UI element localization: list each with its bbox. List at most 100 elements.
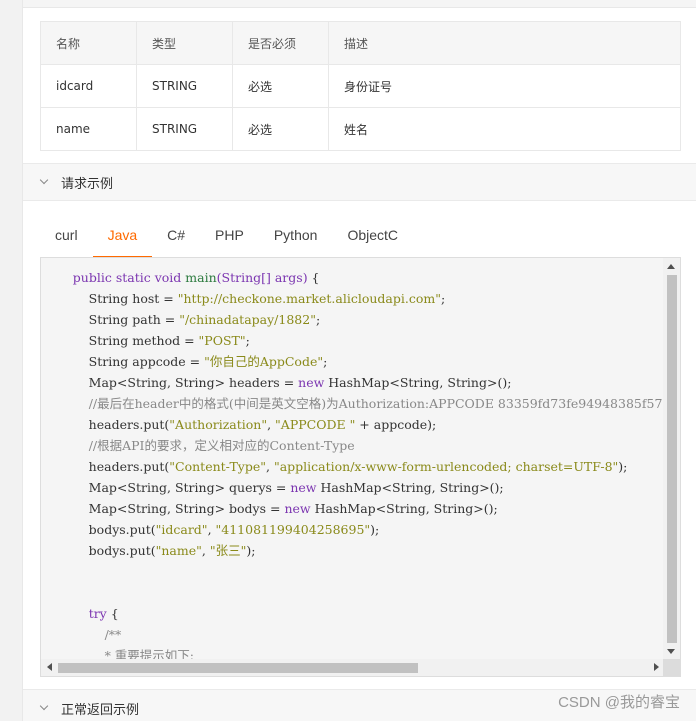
- code-line: String host = "http://checkone.market.al…: [41, 288, 665, 309]
- request-example-header[interactable]: 请求示例: [23, 163, 696, 201]
- code-token: Map<String, String> querys =: [41, 480, 291, 495]
- scroll-left-arrow-icon[interactable]: [47, 663, 52, 671]
- code-token: headers.put(: [41, 417, 170, 432]
- code-line: * 重要提示如下:: [41, 645, 665, 660]
- code-token: String path =: [41, 312, 180, 327]
- code-token: HashMap<String, String>();: [324, 375, 512, 390]
- section-title: 正常返回示例: [61, 702, 140, 718]
- scroll-up-arrow-icon[interactable]: [667, 264, 675, 269]
- code-line: //根据API的要求，定义相对应的Content-Type: [41, 435, 665, 456]
- table-cell: name: [40, 107, 137, 151]
- code-token: "application/x-www-form-urlencoded; char…: [273, 459, 619, 474]
- column-header-name: 名称: [40, 21, 137, 65]
- code-token: "POST": [198, 333, 246, 348]
- code-token: HashMap<String, String>();: [316, 480, 504, 495]
- code-token: ,: [266, 459, 274, 474]
- code-token: ,: [267, 417, 276, 432]
- code-token: Map<String, String> headers =: [41, 375, 299, 390]
- code-token: "http://checkone.market.alicloudapi.com": [177, 291, 441, 306]
- code-token: new: [284, 501, 311, 516]
- code-line: bodys.put("name", "张三");: [41, 540, 665, 561]
- code-token: );: [618, 459, 628, 474]
- code-example-box: public static void main(String[] args) {…: [40, 257, 681, 677]
- scrollbar-corner: [663, 659, 680, 676]
- code-line: headers.put("Content-Type", "application…: [41, 456, 665, 477]
- code-line: /**: [41, 624, 665, 645]
- table-row: name STRING 必选 姓名: [40, 107, 681, 151]
- tab-curl[interactable]: curl: [40, 214, 93, 258]
- table-cell: 姓名: [328, 107, 681, 151]
- code-token: + appcode);: [355, 417, 437, 432]
- table-cell: idcard: [40, 64, 137, 108]
- code-token: "你自己的AppCode": [204, 354, 324, 369]
- horizontal-scroll-thumb[interactable]: [58, 663, 418, 673]
- code-token: {: [307, 270, 320, 285]
- table-cell: STRING: [136, 107, 233, 151]
- code-token: "name": [155, 543, 202, 558]
- code-token: headers.put(: [41, 459, 170, 474]
- code-line: Map<String, String> querys = new HashMap…: [41, 477, 665, 498]
- top-divider: [23, 0, 696, 8]
- code-token: String host =: [41, 291, 178, 306]
- horizontal-scrollbar[interactable]: [41, 659, 665, 676]
- code-line: try {: [41, 603, 665, 624]
- code-line: Map<String, String> headers = new HashMa…: [41, 372, 665, 393]
- table-header-row: 名称 类型 是否必须 描述: [40, 21, 681, 65]
- code-token: "idcard": [155, 522, 208, 537]
- code-token: "Content-Type": [169, 459, 267, 474]
- vertical-scroll-thumb[interactable]: [667, 275, 677, 643]
- code-token: ,: [201, 543, 210, 558]
- code-line: headers.put("Authorization", "APPCODE " …: [41, 414, 665, 435]
- column-header-required: 是否必须: [232, 21, 329, 65]
- params-table: 名称 类型 是否必须 描述 idcard STRING 必选 身份证号 name…: [40, 21, 681, 151]
- code-token: "/chinadatapay/1882": [179, 312, 316, 327]
- code-area[interactable]: public static void main(String[] args) {…: [41, 258, 665, 660]
- code-token: ;: [245, 333, 250, 348]
- table-cell: 身份证号: [328, 64, 681, 108]
- table-cell: STRING: [136, 64, 233, 108]
- code-line: //最后在header中的格式(中间是英文空格)为Authorization:A…: [41, 393, 665, 414]
- tab-csharp[interactable]: C#: [152, 214, 200, 258]
- scroll-right-arrow-icon[interactable]: [654, 663, 659, 671]
- code-token: //最后在header中的格式(中间是英文空格)为Authorization:A…: [88, 396, 665, 411]
- column-header-description: 描述: [328, 21, 681, 65]
- code-token: /**: [104, 627, 122, 642]
- code-token: new: [298, 375, 325, 390]
- scroll-down-arrow-icon[interactable]: [667, 649, 675, 654]
- chevron-down-icon: [39, 703, 49, 713]
- code-line: Map<String, String> bodys = new HashMap<…: [41, 498, 665, 519]
- code-token: ;: [323, 354, 328, 369]
- api-doc-panel: 名称 类型 是否必须 描述 idcard STRING 必选 身份证号 name…: [22, 0, 696, 721]
- tab-objectc[interactable]: ObjectC: [332, 214, 413, 258]
- language-tabs: curl Java C# PHP Python ObjectC: [40, 214, 413, 258]
- section-title: 请求示例: [61, 176, 114, 192]
- code-line: String method = "POST";: [41, 330, 665, 351]
- code-token: HashMap<String, String>();: [310, 501, 498, 516]
- code-token: "APPCODE ": [275, 417, 356, 432]
- vertical-scrollbar[interactable]: [663, 258, 680, 660]
- code-token: );: [246, 543, 256, 558]
- code-token: Map<String, String> bodys =: [41, 501, 285, 516]
- code-token: (String[] args): [216, 270, 308, 285]
- tab-python[interactable]: Python: [259, 214, 333, 258]
- code-token: "411081199404258695": [215, 522, 371, 537]
- code-line: String path = "/chinadatapay/1882";: [41, 309, 665, 330]
- code-token: ;: [440, 291, 446, 306]
- code-token: bodys.put(: [41, 522, 156, 537]
- code-block: public static void main(String[] args) {…: [41, 258, 665, 660]
- code-token: main: [185, 270, 217, 285]
- code-token: String appcode =: [41, 354, 205, 369]
- tab-php[interactable]: PHP: [200, 214, 259, 258]
- code-line: String appcode = "你自己的AppCode";: [41, 351, 665, 372]
- code-token: "张三": [209, 543, 247, 558]
- table-cell: 必选: [232, 107, 329, 151]
- table-cell: 必选: [232, 64, 329, 108]
- tab-java[interactable]: Java: [92, 214, 153, 258]
- code-token: ,: [207, 522, 216, 537]
